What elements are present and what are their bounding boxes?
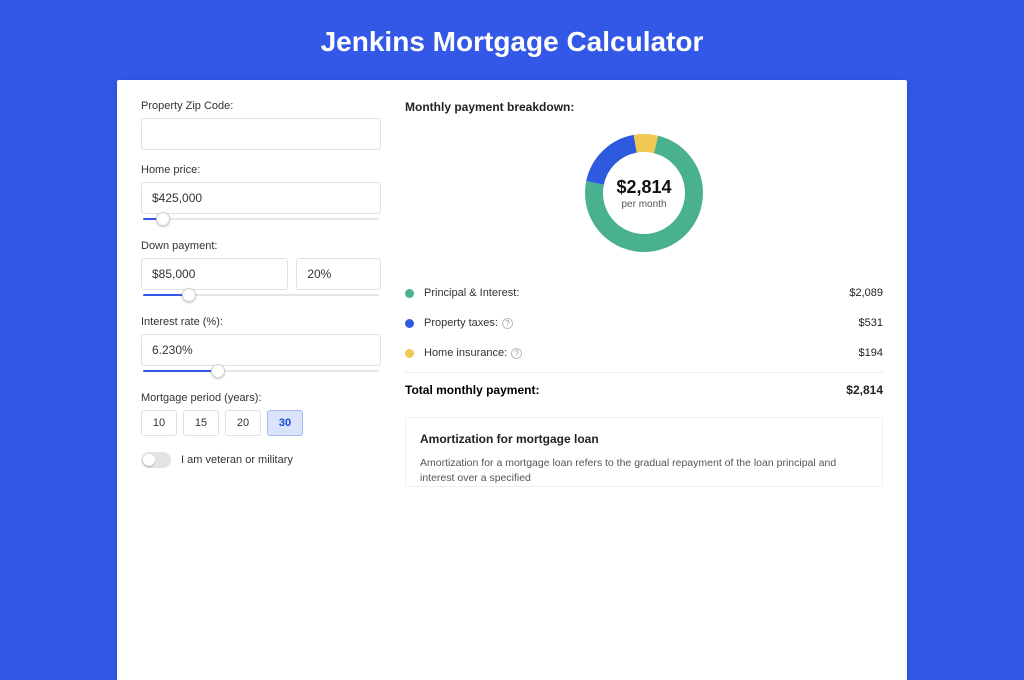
inputs-column: Property Zip Code: Home price: Down paym… — [141, 100, 381, 656]
help-icon[interactable]: ? — [502, 318, 513, 329]
zip-input[interactable] — [141, 118, 381, 150]
veteran-toggle[interactable] — [141, 452, 171, 468]
donut-chart-wrap: $2,814 per month — [405, 128, 883, 258]
donut-amount: $2,814 — [616, 177, 671, 198]
legend-amount: $2,089 — [849, 287, 883, 299]
legend-row-insurance: Home insurance: ? $194 — [405, 338, 883, 368]
calculator-card: Property Zip Code: Home price: Down paym… — [117, 80, 907, 680]
donut-chart: $2,814 per month — [579, 128, 709, 258]
home-price-slider[interactable] — [141, 212, 381, 226]
total-label: Total monthly payment: — [405, 383, 539, 397]
period-button-20[interactable]: 20 — [225, 410, 261, 436]
down-payment-input[interactable] — [141, 258, 288, 290]
total-amount: $2,814 — [846, 383, 883, 397]
interest-rate-label: Interest rate (%): — [141, 316, 381, 328]
legend-label: Property taxes: ? — [424, 317, 513, 329]
slider-thumb[interactable] — [156, 212, 170, 226]
period-buttons: 10152030 — [141, 410, 381, 436]
legend-list: Principal & Interest: $2,089 Property taxe… — [405, 278, 883, 368]
donut-center: $2,814 per month — [579, 128, 709, 258]
legend-dot-icon — [405, 319, 414, 328]
help-icon[interactable]: ? — [511, 348, 522, 359]
period-button-30[interactable]: 30 — [267, 410, 303, 436]
amortization-card: Amortization for mortgage loan Amortizat… — [405, 417, 883, 487]
down-payment-slider[interactable] — [141, 288, 381, 302]
legend-dot-icon — [405, 289, 414, 298]
breakdown-column: Monthly payment breakdown: $2,814 per mo… — [405, 100, 883, 656]
mortgage-period-field: Mortgage period (years): 10152030 — [141, 392, 381, 436]
legend-row-principal: Principal & Interest: $2,089 — [405, 278, 883, 308]
total-row: Total monthly payment: $2,814 — [405, 372, 883, 409]
zip-field: Property Zip Code: — [141, 100, 381, 150]
veteran-label: I am veteran or military — [181, 454, 293, 466]
legend-amount: $531 — [859, 317, 883, 329]
down-payment-pct-input[interactable] — [296, 258, 381, 290]
page-title: Jenkins Mortgage Calculator — [0, 0, 1024, 80]
period-button-10[interactable]: 10 — [141, 410, 177, 436]
slider-thumb[interactable] — [211, 364, 225, 378]
toggle-knob — [143, 454, 155, 466]
veteran-row: I am veteran or military — [141, 452, 381, 468]
zip-label: Property Zip Code: — [141, 100, 381, 112]
period-button-15[interactable]: 15 — [183, 410, 219, 436]
amortization-title: Amortization for mortgage loan — [420, 432, 868, 446]
interest-rate-slider[interactable] — [141, 364, 381, 378]
mortgage-period-label: Mortgage period (years): — [141, 392, 381, 404]
down-payment-field: Down payment: — [141, 240, 381, 302]
breakdown-title: Monthly payment breakdown: — [405, 100, 883, 114]
interest-rate-input[interactable] — [141, 334, 381, 366]
home-price-label: Home price: — [141, 164, 381, 176]
legend-label: Principal & Interest: — [424, 287, 519, 299]
home-price-input[interactable] — [141, 182, 381, 214]
legend-row-taxes: Property taxes: ? $531 — [405, 308, 883, 338]
slider-thumb[interactable] — [182, 288, 196, 302]
donut-sub: per month — [621, 199, 666, 210]
legend-label: Home insurance: ? — [424, 347, 522, 359]
interest-rate-field: Interest rate (%): — [141, 316, 381, 378]
amortization-body: Amortization for a mortgage loan refers … — [420, 456, 868, 486]
home-price-field: Home price: — [141, 164, 381, 226]
down-payment-label: Down payment: — [141, 240, 381, 252]
legend-dot-icon — [405, 349, 414, 358]
legend-amount: $194 — [859, 347, 883, 359]
